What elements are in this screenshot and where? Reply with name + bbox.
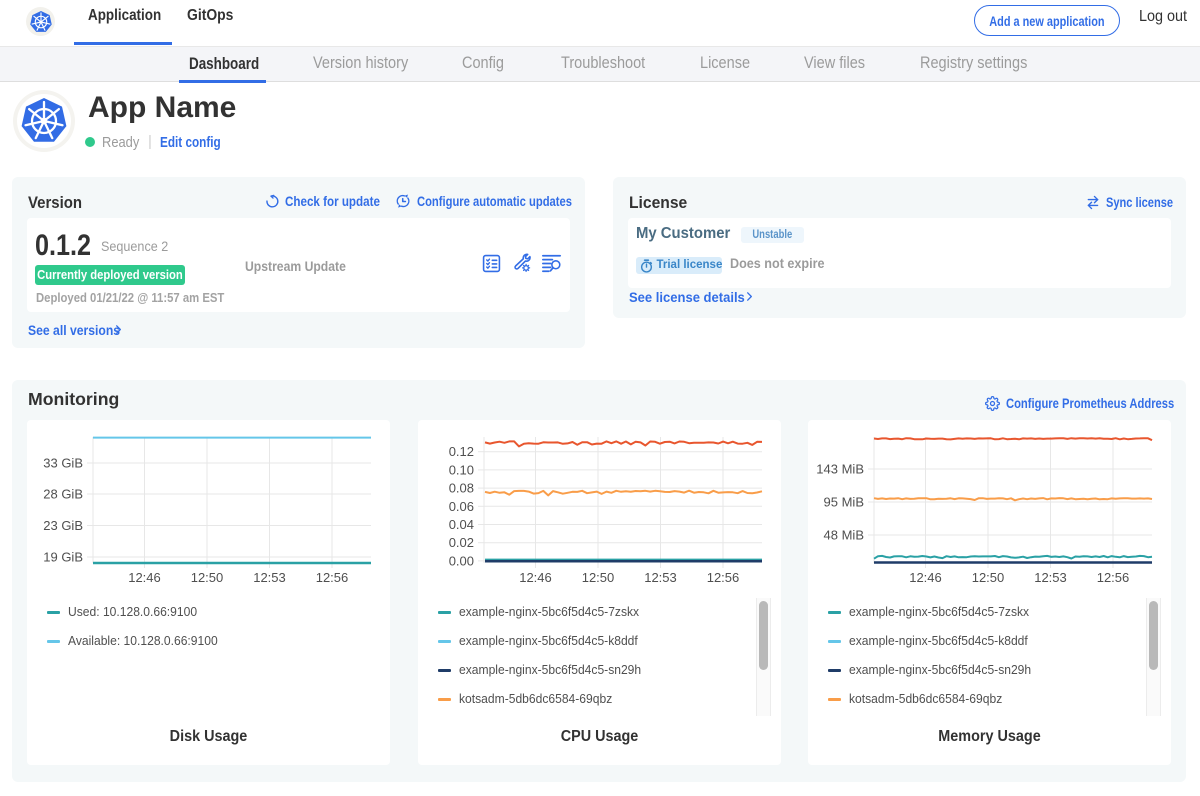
svg-text:33 GiB: 33 GiB <box>43 456 83 471</box>
svg-text:12:50: 12:50 <box>582 570 615 585</box>
svg-text:12:56: 12:56 <box>1097 570 1130 585</box>
svg-text:0.04: 0.04 <box>449 517 474 532</box>
svg-text:12:50: 12:50 <box>972 570 1005 585</box>
svg-text:0.06: 0.06 <box>449 499 474 514</box>
svg-text:19 GiB: 19 GiB <box>43 550 83 565</box>
svg-text:0.02: 0.02 <box>449 535 474 550</box>
svg-text:12:53: 12:53 <box>644 570 677 585</box>
svg-text:0.00: 0.00 <box>449 553 474 568</box>
svg-text:0.10: 0.10 <box>449 462 474 477</box>
svg-text:23 GiB: 23 GiB <box>43 518 83 533</box>
svg-text:95 MiB: 95 MiB <box>824 495 864 510</box>
svg-text:12:53: 12:53 <box>1034 570 1067 585</box>
svg-text:12:56: 12:56 <box>707 570 740 585</box>
svg-text:12:56: 12:56 <box>316 570 349 585</box>
svg-text:12:46: 12:46 <box>128 570 161 585</box>
svg-text:12:50: 12:50 <box>191 570 224 585</box>
svg-text:48 MiB: 48 MiB <box>824 528 864 543</box>
svg-text:143 MiB: 143 MiB <box>816 462 864 477</box>
svg-text:0.08: 0.08 <box>449 481 474 496</box>
svg-text:12:53: 12:53 <box>253 570 286 585</box>
svg-text:28 GiB: 28 GiB <box>43 487 83 502</box>
svg-text:0.12: 0.12 <box>449 444 474 459</box>
svg-text:12:46: 12:46 <box>519 570 552 585</box>
svg-text:12:46: 12:46 <box>909 570 942 585</box>
